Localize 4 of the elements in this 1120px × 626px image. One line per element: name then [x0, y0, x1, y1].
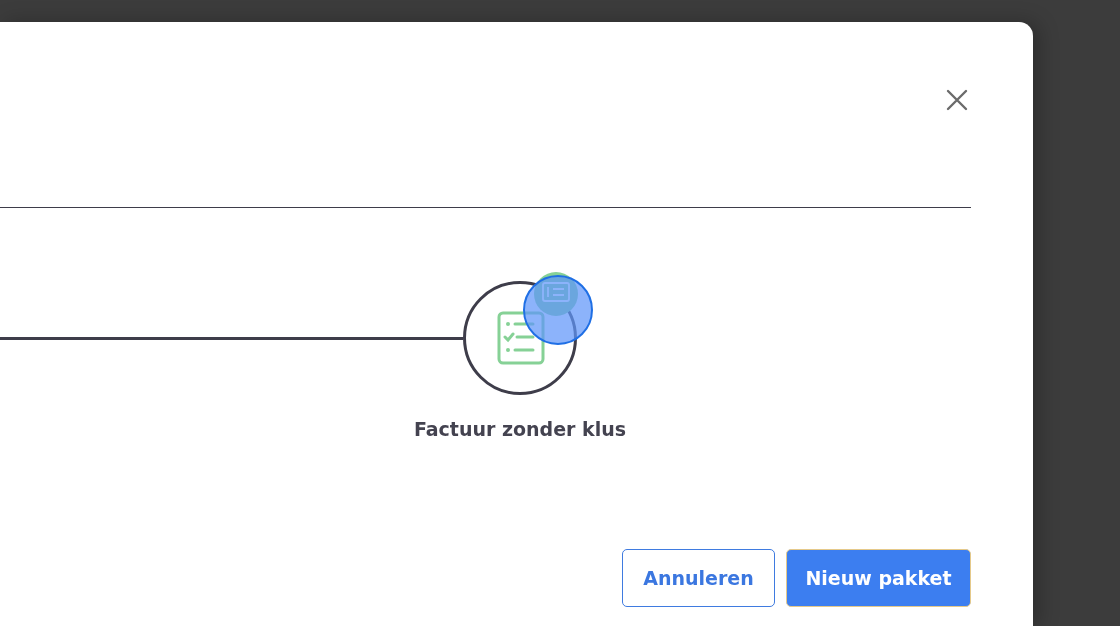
cancel-button[interactable]: Annuleren [622, 549, 775, 607]
step-label: Factuur zonder klus [412, 418, 628, 440]
new-package-button[interactable]: Nieuw pakket [786, 549, 971, 607]
close-icon [946, 89, 968, 111]
